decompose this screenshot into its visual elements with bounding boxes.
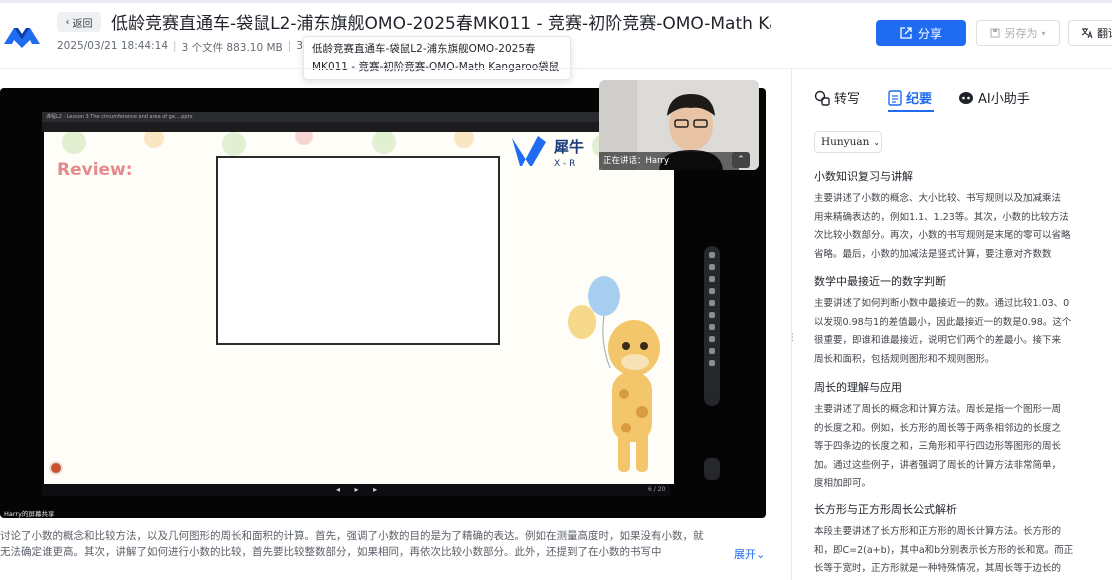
translate-icon [1081,28,1093,39]
section-heading: 长方形与正方形周长公式解析 [814,503,957,516]
page-title: 低龄竞赛直通车-袋鼠L2-浦东旗舰OMO-2025春MK011 - 竞赛-初阶竞… [111,14,771,34]
app-logo-icon [4,28,40,48]
minutes-section: 周长的理解与应用 [814,379,1112,395]
camera-tool-icon[interactable] [709,348,715,354]
recording-date: 2025/03/21 18:44:14 [57,40,169,52]
tab-minutes[interactable]: 纪要 [888,88,932,107]
slide-review-label: Review: [57,160,133,180]
meeting-summary: 讨论了小数的概念和比较方法，以及几何图形的周长和面积的计算。首先，强调了小数的目… [0,530,704,558]
pointer-tool-icon[interactable] [709,252,715,258]
panel-divider[interactable] [791,69,792,580]
collapse-video-button[interactable]: ⌃ [732,152,750,168]
active-tab-indicator [888,110,934,112]
document-icon [888,89,902,106]
save-tool-icon[interactable] [709,360,715,366]
meta-info: 2025/03/21 18:44:14 | 3 个文件 883.10 MB | … [57,40,303,54]
section-heading: 小数知识复习与讲解 [814,170,913,183]
minutes-section: 数学中最接近一的数字判断 [814,273,1112,289]
save-icon [990,28,1000,38]
title-tooltip: 低龄竞赛直通车-袋鼠L2-浦东旗舰OMO-2025春 MK011 - 竞赛-初阶… [303,36,571,80]
chevron-down-icon: ▾ [1041,28,1046,38]
svg-text:X - R: X - R [554,159,575,169]
slide-window-toolbar [42,122,670,132]
transcript-icon [814,90,830,106]
expand-summary-link[interactable]: 展开⌄ [734,546,765,562]
redo-tool-icon[interactable] [709,336,715,342]
undo-tool-icon[interactable] [709,324,715,330]
top-border [0,0,1112,3]
settings-tool-icon[interactable] [704,458,720,480]
brand-mark-icon: 犀牛 X - R [512,136,584,169]
section-body: 本段主要讲述了长方形和正方形的周长计算方法。长方形的 和，即C=2(a+b)，其… [814,523,1112,579]
pen-tool-icon[interactable] [709,264,715,270]
screen-share-label: Harry的屏幕共享 [4,510,55,518]
section-heading: 周长的理解与应用 [814,381,902,394]
speaker-select[interactable]: Hunyuan ⌄ [814,131,882,153]
share-button[interactable]: 分享 [876,20,966,46]
minutes-section: 长方形与正方形周长公式解析 [814,501,1112,517]
tab-transcript[interactable]: 转写 [814,88,860,107]
back-button[interactable]: ‹ 返回 [57,12,101,32]
section-heading: 数学中最接近一的数字判断 [814,275,946,288]
slide-rectangle-shape [216,156,500,345]
resize-handle-icon[interactable]: ⋮ [788,334,797,350]
annotation-toolbar[interactable] [704,246,720,406]
brand-logo: 犀牛 X - R [510,132,600,172]
shape-tool-icon[interactable] [709,300,715,306]
brand-text: 犀牛 [553,138,584,156]
page-indicator: 6 / 20 [648,486,666,493]
text-tool-icon[interactable] [709,288,715,294]
slide-window-title: 课程L2 · Lesson 3 The circumference and ar… [42,112,670,122]
slide-nav-controls[interactable]: ◂ ▸ ▸ [336,485,383,494]
ai-assistant-icon [959,91,973,104]
section-body: 主要讲述了周长的概念和计算方法。周长是指一个图形一周 的长度之和。例如，长方形的… [814,401,1112,494]
chevron-left-icon: ‹ [65,16,70,28]
tab-ai-assistant[interactable]: AI小助手 [958,88,1030,107]
header-divider [0,68,1112,69]
minutes-section: 小数知识复习与讲解 [814,168,1112,184]
pointer-dot [49,461,63,475]
meta-tail: 3 [296,40,303,52]
translate-button[interactable]: 翻译 [1068,20,1112,46]
share-icon [900,27,912,39]
section-body: 主要讲述了小数的概念、大小比较、书写规则以及加减乘法 用来精确表达的，例如1.1… [814,190,1112,264]
eraser-tool-icon[interactable] [709,312,715,318]
save-as-button[interactable]: 另存为 ▾ [976,20,1060,46]
file-count: 3 个文件 883.10 MB [181,42,283,54]
chevron-down-icon: ⌄ [873,137,881,147]
section-body: 主要讲述了如何判断小数中最接近一的数。通过比较1.03、0 以发现0.98与1的… [814,295,1112,369]
active-speaker-label: 正在讲话：Harry [599,152,739,170]
highlighter-tool-icon[interactable] [709,276,715,282]
